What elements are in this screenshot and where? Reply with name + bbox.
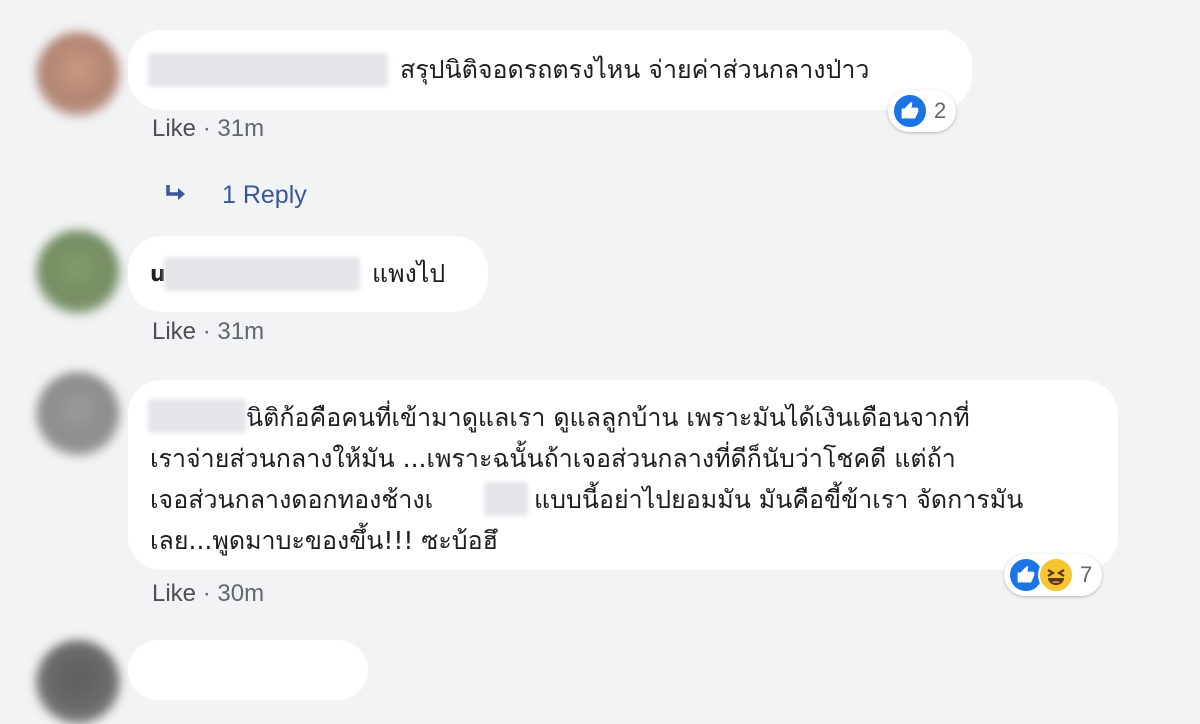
comment-text: สรุปนิติจอดรถตรงไหน จ่ายค่าส่วนกลางป่าว: [400, 55, 870, 84]
like-link[interactable]: Like: [152, 115, 196, 142]
timestamp[interactable]: 30m: [217, 580, 264, 607]
like-link[interactable]: Like: [152, 318, 196, 345]
redacted-word: [484, 482, 528, 516]
comment-text-line-3a: เจอส่วนกลางดอกทองช้างเ: [150, 485, 434, 514]
comment-meta: Like · 30m: [152, 580, 264, 608]
meta-separator: ·: [202, 115, 211, 142]
meta-separator: ·: [202, 318, 211, 345]
like-link[interactable]: Like: [152, 580, 196, 607]
comment-meta: Like · 31m: [152, 115, 264, 143]
meta-separator: ·: [202, 580, 211, 607]
comment-bubble: สรุปนิติจอดรถตรงไหน จ่ายค่าส่วนกลางป่าว: [128, 30, 972, 110]
comment-text-line-3b: แบบนี้อย่าไปยอมมัน มันคือขี้ข้าเรา จัดกา…: [534, 485, 1024, 514]
view-replies-link[interactable]: 1 Reply: [162, 180, 307, 210]
comment-text: แพงไป: [372, 259, 446, 288]
haha-emoji-icon: [1038, 557, 1074, 593]
avatar[interactable]: [36, 230, 120, 314]
comment-text-line-2: เราจ่ายส่วนกลางให้มัน ...เพราะฉนั้นถ้าเจ…: [150, 444, 956, 473]
comment-bubble: [128, 640, 368, 700]
reaction-summary[interactable]: 2: [888, 90, 957, 132]
commenter-name-redacted[interactable]: [148, 399, 246, 433]
avatar[interactable]: [36, 640, 120, 724]
thumbs-up-icon: [892, 93, 928, 129]
reaction-summary[interactable]: 7: [1004, 554, 1103, 596]
commenter-name-redacted[interactable]: [164, 257, 360, 291]
comment-meta: Like · 31m: [152, 318, 264, 346]
timestamp[interactable]: 31m: [217, 318, 264, 345]
reaction-count: 2: [934, 98, 947, 123]
timestamp[interactable]: 31m: [217, 115, 264, 142]
comment-text-line-1: นิติก้อคือคนที่เข้ามาดูแลเรา ดูแลลูกบ้าน…: [246, 403, 970, 432]
reaction-count: 7: [1080, 562, 1093, 587]
avatar[interactable]: [36, 32, 120, 116]
comment-bubble: นิติก้อคือคนที่เข้ามาดูแลเรา ดูแลลูกบ้าน…: [128, 380, 1118, 570]
reply-count-label[interactable]: 1 Reply: [222, 181, 307, 210]
commenter-name-redacted[interactable]: [148, 53, 388, 87]
comment-bubble: u แพงไป: [128, 236, 488, 312]
reply-arrow-icon: [162, 180, 192, 210]
avatar[interactable]: [36, 372, 120, 456]
comment-text-line-4: เลย...พูดมาบะของขึ้น!!! ซะบ้อฮึ: [150, 526, 498, 555]
